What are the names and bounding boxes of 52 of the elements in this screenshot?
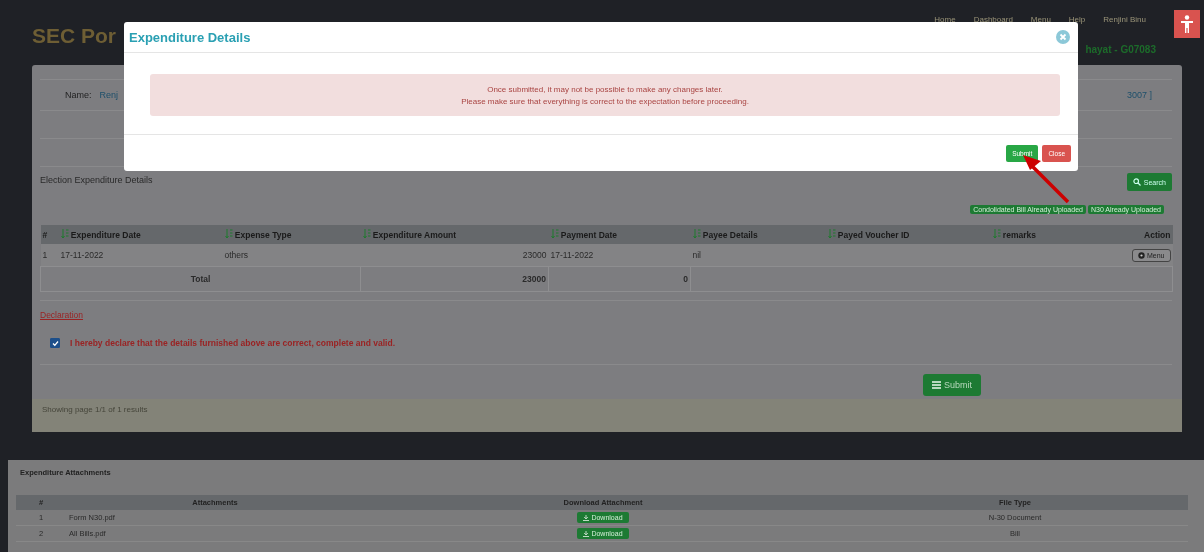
download-icon (583, 530, 590, 537)
panchayat-title: hayat - G07083 (1085, 44, 1156, 55)
column-header: Payment Date (548, 225, 691, 244)
nav-link[interactable]: Help (1068, 15, 1086, 24)
table-cell: nil (690, 244, 826, 267)
nav-link[interactable]: Menu (1030, 15, 1051, 24)
column-header: # (40, 225, 59, 244)
person-icon (1180, 15, 1194, 33)
sort-icon[interactable] (60, 229, 69, 238)
pointer-arrow (1023, 155, 1070, 204)
accessibility-button[interactable] (1174, 10, 1200, 38)
total-label: Total (40, 266, 361, 292)
name-label: Name: (65, 90, 92, 100)
sort-icon[interactable] (992, 229, 1001, 238)
download-icon (583, 514, 590, 521)
close-icon (1056, 30, 1070, 44)
column-header: Expenditure Amount (360, 225, 549, 244)
declaration-checkbox[interactable] (50, 338, 60, 348)
sort-icon[interactable] (362, 229, 371, 238)
table-cell: 1 (40, 244, 59, 267)
section-title: Election Expenditure Details (40, 175, 153, 185)
column-header: Expenditure Date (58, 225, 223, 244)
table-cell: 17-11-2022 (548, 244, 691, 267)
total-cell: 0 (548, 266, 691, 292)
submit-button[interactable]: Submit (923, 374, 981, 396)
column-header: Payee Details (690, 225, 826, 244)
nav-link[interactable]: Dashboard (973, 15, 1013, 24)
nav-link[interactable]: Renjini Binu (1103, 15, 1146, 24)
column-header: Payed Voucher ID (825, 225, 991, 244)
sort-icon[interactable] (224, 229, 233, 238)
total-amount: 23000 (360, 266, 549, 292)
warning-text: Please make sure that everything is correct to the expectation before proceeding. (461, 96, 749, 106)
candidate-code: 3007 ] (1126, 90, 1152, 100)
table-cell: 23000 (360, 244, 549, 267)
modal-title: Expenditure Details (129, 29, 251, 45)
list-icon (932, 381, 941, 389)
sort-icon[interactable] (827, 229, 836, 238)
table-cell: 17-11-2022 (58, 244, 223, 267)
gear-icon (1138, 251, 1145, 259)
declaration-text: I hereby declare that the details furnished above are correct, complete and valid. (70, 338, 395, 348)
close-button[interactable] (1056, 30, 1070, 44)
portal-title: SEC Por (32, 24, 118, 48)
table-cell: others (222, 244, 361, 267)
column-header: Expense Type (222, 225, 361, 244)
nav-link[interactable]: Home (934, 15, 956, 24)
name-value: Renj (99, 90, 119, 100)
search-icon (1132, 178, 1141, 186)
sort-icon[interactable] (692, 229, 701, 238)
column-header: remarks (990, 225, 1101, 244)
warning-text: Once submitted, it may not be possible to make any changes later. (487, 84, 723, 94)
column-header: Action (1100, 225, 1173, 244)
sort-icon[interactable] (550, 229, 559, 238)
